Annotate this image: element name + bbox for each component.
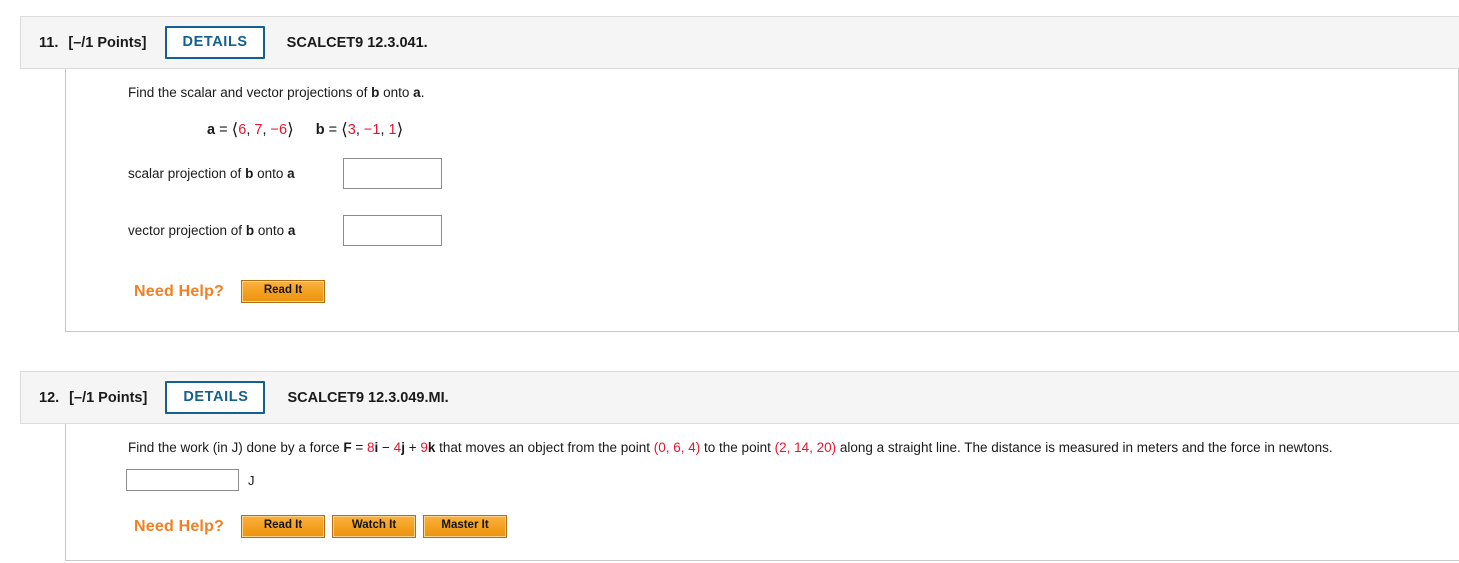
need-help-label: Need Help? (134, 517, 225, 535)
force-coefficient-k: 9 (420, 440, 428, 455)
question-body-11: Find the scalar and vector projections o… (65, 69, 1459, 332)
vector-b-close-bracket: ⟩ (396, 120, 404, 140)
vector-b-equals: = (324, 122, 342, 139)
vector-definitions: a = ⟨6, 7, −6⟩ b = ⟨3, −1, 1⟩ (66, 120, 1458, 140)
q12-text-s3: that moves an object from the point (435, 440, 654, 455)
q12-text-s4: to the point (700, 440, 775, 455)
question-points: [–/1 Points] (69, 389, 148, 406)
work-answer-input[interactable] (126, 469, 239, 492)
prompt-text-mid: onto (379, 85, 414, 100)
scalar-label-mid: onto (253, 166, 288, 182)
read-it-button[interactable]: Read It (241, 515, 326, 538)
q12-text-s1: Find the work (in J) done by a force (128, 440, 344, 455)
question-block-12: 12. [–/1 Points] DETAILS SCALCET9 12.3.0… (20, 371, 1459, 561)
vector-b-sep-2: , (380, 122, 389, 139)
vector-a-equals: = (215, 122, 232, 139)
question-code: SCALCET9 12.3.041. (286, 34, 428, 51)
scalar-projection-row: scalar projection of b onto a (66, 158, 1458, 190)
q12-text-s5: along a straight line. The distance is m… (836, 440, 1333, 455)
work-unit-label: J (248, 472, 255, 488)
vector-a-component-3: −6 (270, 122, 288, 139)
question-number: 12. (39, 389, 60, 406)
vector-a-name: a (207, 122, 216, 139)
need-help-row-12: Need Help? Read It Watch It Master It (66, 515, 1459, 560)
vector-projection-label: vector projection of b onto a (128, 223, 343, 238)
scalar-projection-label: scalar projection of b onto a (128, 166, 343, 181)
vector-label-b: b (245, 223, 255, 239)
scalar-projection-input[interactable] (343, 158, 442, 190)
vector-label-pre: vector projection of (128, 223, 246, 239)
work-answer-row: J (66, 469, 1459, 492)
need-help-row-11: Need Help? Read It (66, 280, 1458, 331)
question-header-12: 12. [–/1 Points] DETAILS SCALCET9 12.3.0… (20, 371, 1459, 424)
vector-b-component-2: −1 (363, 122, 381, 139)
vector-label-a: a (287, 223, 296, 239)
vector-label-mid: onto (254, 223, 288, 239)
prompt-vector-a: a (413, 85, 421, 100)
scalar-label-a: a (287, 166, 295, 182)
read-it-button[interactable]: Read It (241, 280, 326, 303)
need-help-label: Need Help? (134, 282, 225, 300)
q12-text-equals: = (351, 440, 367, 455)
details-button[interactable]: DETAILS (164, 26, 265, 59)
question-text-12: Find the work (in J) done by a force F =… (66, 438, 1459, 458)
start-point: (0, 6, 4) (653, 440, 701, 455)
vector-a-sep-2: , (262, 122, 271, 139)
master-it-button[interactable]: Master It (423, 515, 508, 538)
vector-projection-input[interactable] (343, 215, 442, 247)
question-body-12: Find the work (in J) done by a force F =… (65, 424, 1459, 561)
question-block-11: 11. [–/1 Points] DETAILS SCALCET9 12.3.0… (20, 16, 1459, 332)
vector-b-component-3: 1 (388, 122, 397, 139)
prompt-text-end: . (420, 85, 425, 100)
vector-b-open-bracket: ⟨ (341, 120, 348, 140)
force-coefficient-i: 8 (367, 440, 375, 455)
force-operator-1: − (378, 440, 394, 455)
force-operator-2: + (404, 440, 421, 455)
question-code: SCALCET9 12.3.049.MI. (287, 389, 449, 406)
question-number: 11. (39, 34, 59, 51)
question-prompt: Find the scalar and vector projections o… (66, 83, 1458, 103)
vector-b-sep-1: , (355, 122, 364, 139)
end-point: (2, 14, 20) (774, 440, 837, 455)
details-button[interactable]: DETAILS (165, 381, 266, 414)
vector-a-close-bracket: ⟩ (287, 120, 294, 140)
prompt-text-pre: Find the scalar and vector projections o… (128, 85, 372, 100)
question-points: [–/1 Points] (68, 34, 147, 51)
scalar-label-pre: scalar projection of (128, 166, 246, 182)
vector-projection-row: vector projection of b onto a (66, 215, 1458, 247)
watch-it-button[interactable]: Watch It (332, 515, 417, 538)
vector-b-component-1: 3 (347, 122, 356, 139)
vector-b-name: b (315, 122, 325, 139)
force-symbol: F (343, 440, 352, 455)
assignment-page: 11. [–/1 Points] DETAILS SCALCET9 12.3.0… (0, 0, 1459, 563)
question-header-11: 11. [–/1 Points] DETAILS SCALCET9 12.3.0… (20, 16, 1459, 69)
